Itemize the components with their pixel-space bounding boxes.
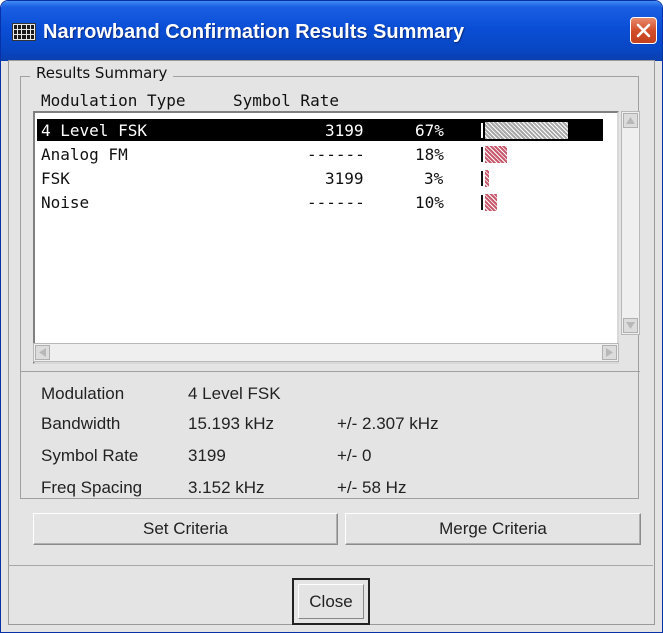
list-item-row-2[interactable]: FSK 3199 3% <box>37 167 603 189</box>
scroll-up-button[interactable] <box>623 113 638 128</box>
row-modulation-type: 4 Level FSK <box>41 121 147 140</box>
close-icon <box>636 23 651 38</box>
row-bar-baseline <box>481 147 483 162</box>
list-item-row-1[interactable]: Analog FM ------ 18% <box>37 143 603 165</box>
column-header-modulation-type: Modulation Type <box>41 91 186 110</box>
divider <box>20 371 640 372</box>
modulation-value: 4 Level FSK <box>188 384 281 403</box>
freq-spacing-tolerance: +/- 58 Hz <box>337 478 407 497</box>
bandwidth-tolerance: +/- 2.307 kHz <box>337 414 439 433</box>
scroll-right-button[interactable] <box>602 345 617 360</box>
freq-spacing-value: 3.152 kHz <box>188 478 265 497</box>
row-percent: 18% <box>415 145 444 164</box>
scroll-left-button[interactable] <box>35 345 50 360</box>
row-symbol-rate: ------ <box>307 193 365 212</box>
vertical-scrollbar[interactable] <box>621 111 640 335</box>
row-modulation-type: Analog FM <box>41 145 128 164</box>
row-symbol-rate: 3199 <box>325 169 364 188</box>
results-summary-title: Results Summary <box>30 64 174 82</box>
row-bar-baseline <box>481 195 483 210</box>
merge-criteria-button[interactable]: Merge Criteria <box>345 513 641 545</box>
symbol-rate-label: Symbol Rate <box>41 446 139 465</box>
list-item-row-0[interactable]: 4 Level FSK 3199 67% <box>37 119 603 141</box>
close-button[interactable]: Close <box>292 578 370 625</box>
row-percent: 3% <box>424 169 444 188</box>
freq-spacing-label: Freq Spacing <box>41 478 143 497</box>
row-modulation-type: Noise <box>41 193 90 212</box>
row-percentage-bar <box>485 122 568 139</box>
row-percent: 67% <box>415 121 444 140</box>
divider <box>8 565 653 566</box>
row-symbol-rate: 3199 <box>325 121 364 140</box>
arrow-left-icon <box>39 348 46 357</box>
row-percentage-bar <box>485 194 497 211</box>
horizontal-scrollbar[interactable] <box>33 343 619 362</box>
set-criteria-button[interactable]: Set Criteria <box>33 513 338 545</box>
list-item-row-3[interactable]: Noise ------ 10% <box>37 191 603 213</box>
row-bar-baseline <box>481 123 483 138</box>
bandwidth-value: 15.193 kHz <box>188 414 274 433</box>
row-percent: 10% <box>415 193 444 212</box>
arrow-down-icon <box>626 322 635 329</box>
column-header-symbol-rate: Symbol Rate <box>233 91 339 110</box>
window-title: Narrowband Confirmation Results Summary <box>43 21 465 43</box>
results-list[interactable]: 4 Level FSK 3199 67% Analog FM ------ 18… <box>33 111 619 364</box>
symbol-rate-value: 3199 <box>188 446 226 465</box>
scroll-down-button[interactable] <box>623 318 638 333</box>
close-button-label: Close <box>298 584 364 619</box>
window-close-button[interactable] <box>630 17 657 44</box>
app-icon <box>12 23 36 41</box>
modulation-label: Modulation <box>41 384 125 403</box>
row-modulation-type: FSK <box>41 169 70 188</box>
bandwidth-label: Bandwidth <box>41 414 121 433</box>
title-bar[interactable]: Narrowband Confirmation Results Summary <box>1 1 662 61</box>
row-bar-baseline <box>481 171 483 186</box>
arrow-right-icon <box>606 348 613 357</box>
arrow-up-icon <box>626 117 635 124</box>
row-percentage-bar <box>485 170 489 187</box>
symbol-rate-tolerance: +/- 0 <box>337 446 372 465</box>
row-symbol-rate: ------ <box>307 145 365 164</box>
row-percentage-bar <box>485 146 507 163</box>
